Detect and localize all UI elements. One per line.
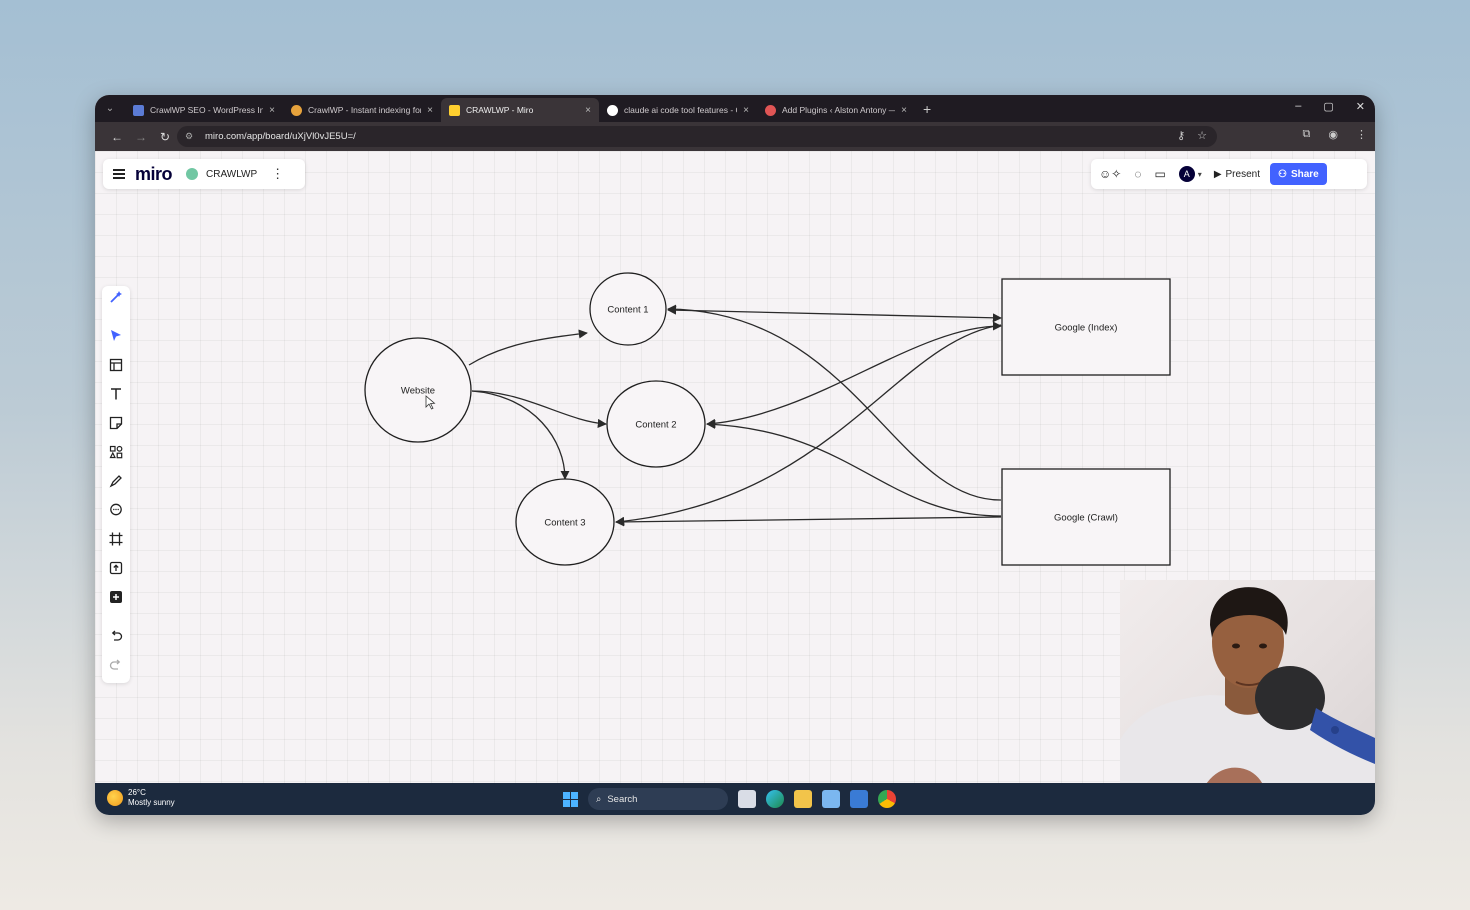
taskbar-search-label: Search — [607, 793, 638, 805]
tab-crawlwp-miro[interactable]: CRAWLWP - Miro × — [441, 98, 599, 122]
tab-title: CrawlWP SEO - WordPress Inst — [150, 105, 264, 115]
tab-crawlwp-seo[interactable]: CrawlWP SEO - WordPress Inst × — [125, 98, 283, 122]
close-tab-icon[interactable]: × — [901, 105, 907, 116]
connector-crawl-content2[interactable] — [706, 419, 1002, 517]
edge-browser-icon[interactable] — [766, 790, 784, 808]
wordpress-favicon-icon — [133, 104, 144, 116]
forward-icon[interactable]: → — [129, 130, 153, 144]
tab-crawlwp-indexing[interactable]: CrawlWP - Instant indexing for × — [283, 98, 441, 122]
tab-title: CRAWLWP - Miro — [466, 105, 534, 115]
connector-website-content3[interactable] — [471, 390, 570, 480]
file-explorer-icon[interactable] — [794, 790, 812, 808]
node-label-content1: Content 1 — [607, 305, 648, 316]
close-tab-icon[interactable]: × — [585, 105, 591, 116]
presenter-video-image — [1120, 587, 1375, 815]
node-label-google-crawl: Google (Crawl) — [1054, 513, 1118, 524]
task-view-icon[interactable] — [738, 790, 756, 808]
windows-start-icon[interactable] — [563, 791, 578, 807]
node-label-content2: Content 2 — [635, 420, 676, 431]
reload-icon[interactable]: ↻ — [153, 130, 177, 144]
navigation-bar: ← → ↻ ⚙ miro.com/app/board/uXjVl0vJE5U=/… — [95, 122, 1375, 151]
password-key-icon[interactable]: ⚷ — [1177, 129, 1185, 142]
node-label-google-index: Google (Index) — [1055, 323, 1118, 334]
chrome-browser-icon[interactable] — [878, 790, 896, 808]
weather-condition: Mostly sunny — [128, 798, 175, 807]
tab-strip: ⌄ CrawlWP SEO - WordPress Inst × CrawlWP… — [95, 95, 1375, 122]
node-label-website: Website — [401, 386, 435, 397]
connector-website-content1[interactable] — [468, 329, 588, 366]
profile-icon[interactable]: ◉ — [1328, 128, 1338, 141]
maximize-icon[interactable]: ▢ — [1323, 100, 1333, 113]
tab-search-icon[interactable]: ⌄ — [101, 103, 119, 114]
weather-temperature: 26°C — [128, 788, 146, 797]
sunny-weather-icon — [107, 790, 123, 806]
notepad-icon[interactable] — [822, 790, 840, 808]
weather-widget[interactable]: 26°C Mostly sunny — [107, 788, 175, 808]
app-store-icon[interactable] — [850, 790, 868, 808]
search-icon: ⌕ — [596, 793, 602, 805]
url-text[interactable]: miro.com/app/board/uXjVl0vJE5U=/ — [205, 131, 356, 142]
back-icon[interactable]: ← — [105, 130, 129, 144]
tab-claude-search[interactable]: claude ai code tool features - G × — [599, 98, 757, 122]
crawlwp-favicon-icon — [291, 104, 302, 116]
google-favicon-icon — [607, 104, 618, 116]
tab-title: claude ai code tool features - G — [624, 105, 738, 115]
extensions-icon[interactable]: ⧉ — [1303, 128, 1311, 141]
windows-taskbar: 26°C Mostly sunny ⌕ Search — [95, 783, 1375, 815]
connector-crawl-content3[interactable] — [615, 516, 1002, 527]
miro-favicon-icon — [449, 104, 460, 116]
browser-window: ⌄ CrawlWP SEO - WordPress Inst × CrawlWP… — [95, 95, 1375, 815]
window-controls: – ▢ ✕ — [1295, 100, 1365, 113]
minimize-icon[interactable]: – — [1295, 100, 1301, 113]
close-window-icon[interactable]: ✕ — [1356, 100, 1365, 113]
close-tab-icon[interactable]: × — [743, 105, 749, 116]
browser-menu-icon[interactable]: ⋮ — [1356, 128, 1367, 141]
address-bar[interactable]: ⚙ miro.com/app/board/uXjVl0vJE5U=/ ⚷ ☆ — [177, 126, 1217, 147]
webcam-overlay — [1120, 580, 1375, 815]
close-tab-icon[interactable]: × — [427, 105, 433, 116]
tab-title: CrawlWP - Instant indexing for — [308, 105, 422, 115]
tab-add-plugins[interactable]: Add Plugins ‹ Alston Antony — × — [757, 98, 915, 122]
bookmark-star-icon[interactable]: ☆ — [1197, 129, 1207, 142]
site-favicon-icon — [765, 104, 776, 116]
taskbar-search[interactable]: ⌕ Search — [588, 788, 728, 810]
close-tab-icon[interactable]: × — [269, 105, 275, 116]
connector-crawl-content1[interactable] — [667, 304, 1002, 501]
tab-title: Add Plugins ‹ Alston Antony — — [782, 105, 896, 115]
new-tab-button[interactable]: + — [923, 101, 931, 117]
site-info-icon[interactable]: ⚙ — [185, 131, 197, 143]
node-label-content3: Content 3 — [544, 518, 585, 529]
